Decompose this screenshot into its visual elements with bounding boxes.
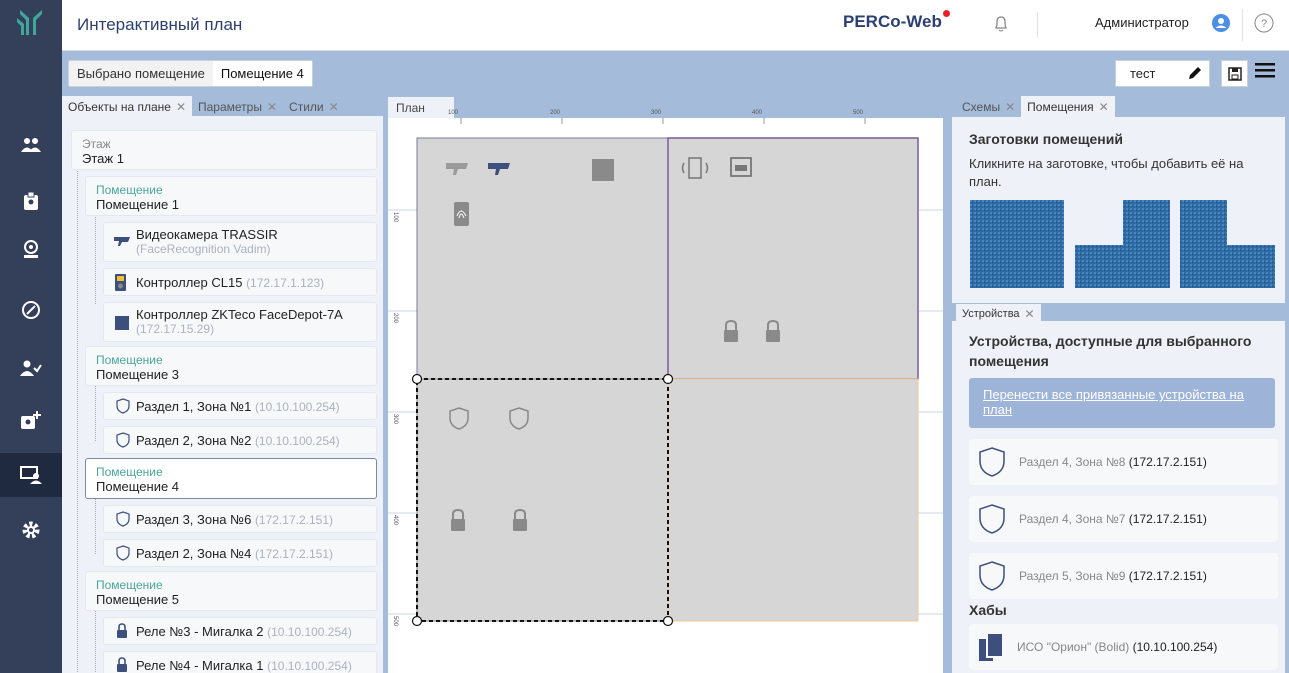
perco-logo-icon[interactable] (0, 0, 62, 44)
tree-room-1[interactable]: Помещение Помещение 1 (85, 176, 377, 216)
objects-panel: Объекты на плане ✕ Параметры ✕ Стили ✕ Этаж… (62, 94, 383, 673)
template-square (970, 200, 1064, 288)
lock-icon (117, 623, 127, 638)
device-item[interactable]: Раздел 4, Зона №8 (172.17.2.151) (969, 439, 1278, 485)
brand-logo: PERCo-Web (843, 10, 950, 32)
templates-title: Заготовки помещений (969, 131, 1123, 147)
move-all-devices-link[interactable]: Перенести все привязанные устройства на … (969, 378, 1275, 428)
ruler-y-100: 100 (392, 211, 399, 223)
interactive-plan-icon[interactable] (0, 453, 62, 497)
plan-panel: План 100 200 300 400 500 100 200 300 400… (383, 94, 948, 673)
selected-label: Выбрано помещение (77, 66, 205, 81)
ruler-y-400: 400 (392, 514, 399, 526)
top-header: Интерактивный план PERCo-Web Администрат… (62, 0, 1289, 51)
tab-styles[interactable]: Стили ✕ (283, 96, 345, 118)
controller-square-icon (115, 316, 129, 330)
settings-gear-icon[interactable] (0, 508, 62, 552)
hamburger-menu-icon[interactable] (1255, 62, 1275, 81)
controller-icon (115, 274, 126, 291)
save-icon[interactable] (1221, 60, 1248, 87)
right-panel: Схемы ✕ Помещения ✕ Заготовки помещений Кл… (948, 94, 1289, 673)
toolbar: Выбрано помещение Помещение 4 тест (62, 51, 1289, 94)
device-item[interactable]: Раздел 4, Зона №7 (172.17.2.151) (969, 496, 1278, 542)
shield-icon (979, 561, 1005, 591)
camera-icon (114, 237, 130, 246)
close-icon[interactable]: ✕ (1025, 307, 1035, 321)
plan-canvas[interactable]: 100 200 300 400 500 100 200 300 400 500 (388, 110, 943, 673)
ruler-x-500: 500 (853, 110, 864, 116)
hub-device-icon (979, 633, 1003, 661)
edit-pencil-icon[interactable] (1187, 65, 1203, 84)
close-icon[interactable]: ✕ (267, 100, 277, 114)
user-avatar-icon[interactable] (1211, 13, 1231, 36)
selected-room-indicator: Выбрано помещение Помещение 4 (68, 60, 313, 87)
users-icon[interactable] (0, 123, 62, 167)
notifications-bell-icon[interactable] (982, 12, 1038, 38)
lock-icon (117, 657, 127, 672)
template-l-shape (1075, 200, 1170, 288)
hubs-title: Хабы (969, 602, 1007, 618)
svg-text:?: ? (1261, 18, 1267, 30)
tree-relay-4[interactable]: Реле №4 - Мигалка 1 (10.10.100.254) (103, 651, 377, 673)
shield-icon (116, 511, 130, 527)
tree-controller-zkteco[interactable]: Контроллер ZKTeco FaceDepot-7A (172.17.1… (103, 302, 377, 342)
tree-room-5[interactable]: Помещение Помещение 5 (85, 571, 377, 611)
tree-floor[interactable]: Этаж Этаж 1 (71, 130, 377, 170)
id-badge-icon[interactable] (0, 179, 62, 223)
tree-room-3[interactable]: Помещение Помещение 3 (85, 346, 377, 386)
template-reverse-l (1180, 200, 1275, 288)
tab-devices[interactable]: Устройства ✕ (956, 304, 1041, 324)
device-item[interactable]: Раздел 5, Зона №9 (172.17.2.151) (969, 553, 1278, 599)
ruler-y-300: 300 (392, 413, 399, 425)
tree-zone-4[interactable]: Раздел 2, Зона №4 (172.17.2.151) (103, 539, 377, 567)
scheme-name: тест (1130, 66, 1156, 81)
shield-icon (116, 432, 130, 448)
help-icon[interactable]: ? (1254, 13, 1274, 36)
badge-add-icon[interactable] (0, 398, 62, 442)
user-check-icon[interactable] (0, 346, 62, 390)
tree-relay-3[interactable]: Реле №3 - Мигалка 2 (10.10.100.254) (103, 617, 377, 645)
selected-value: Помещение 4 (212, 61, 312, 86)
sidebar (0, 0, 62, 673)
close-icon[interactable]: ✕ (329, 100, 339, 114)
devices-title: Устройства, доступные для выбранного пом… (969, 333, 1252, 369)
ruler-x-200: 200 (550, 110, 561, 116)
user-name[interactable]: Администратор (1095, 15, 1189, 30)
shield-icon (979, 447, 1005, 477)
ruler-y-200: 200 (392, 312, 399, 324)
link-icon[interactable] (0, 288, 62, 332)
ruler-y-500: 500 (392, 615, 399, 627)
ruler-x-300: 300 (651, 110, 662, 116)
page-title: Интерактивный план (77, 15, 243, 34)
close-icon[interactable]: ✕ (1099, 100, 1109, 114)
tree-zone-1[interactable]: Раздел 1, Зона №1 (10.10.100.254) (103, 392, 377, 420)
face-id-icon[interactable] (0, 227, 62, 271)
tab-plan[interactable]: План (388, 97, 454, 118)
tree-zone-2[interactable]: Раздел 2, Зона №2 (10.10.100.254) (103, 426, 377, 454)
templates-hint: Кликните на заготовке, чтобы добавить её… (969, 156, 1244, 189)
shield-icon (116, 398, 130, 414)
tab-params[interactable]: Параметры ✕ (192, 96, 283, 118)
close-icon[interactable]: ✕ (176, 100, 186, 114)
tab-schemes[interactable]: Схемы ✕ (956, 96, 1021, 118)
shield-icon (116, 545, 130, 561)
tree-camera[interactable]: Видеокамера TRASSIR (FaceRecognition Vad… (103, 222, 377, 262)
tree-zone-6[interactable]: Раздел 3, Зона №6 (172.17.2.151) (103, 505, 377, 533)
hub-item[interactable]: ИСО "Орион" (Bolid) (10.10.100.254) (969, 624, 1278, 670)
close-icon[interactable]: ✕ (1005, 100, 1015, 114)
ruler-x-100: 100 (448, 110, 459, 116)
tab-rooms[interactable]: Помещения ✕ (1021, 96, 1115, 118)
tree-room-4-selected[interactable]: Помещение Помещение 4 (85, 458, 377, 499)
tree-controller-cl15[interactable]: Контроллер CL15 (172.17.1.123) (103, 268, 377, 296)
ruler-x-400: 400 (752, 110, 763, 116)
tab-objects[interactable]: Объекты на плане ✕ (62, 96, 192, 118)
scheme-name-field[interactable]: тест (1115, 60, 1210, 87)
shield-icon (979, 504, 1005, 534)
